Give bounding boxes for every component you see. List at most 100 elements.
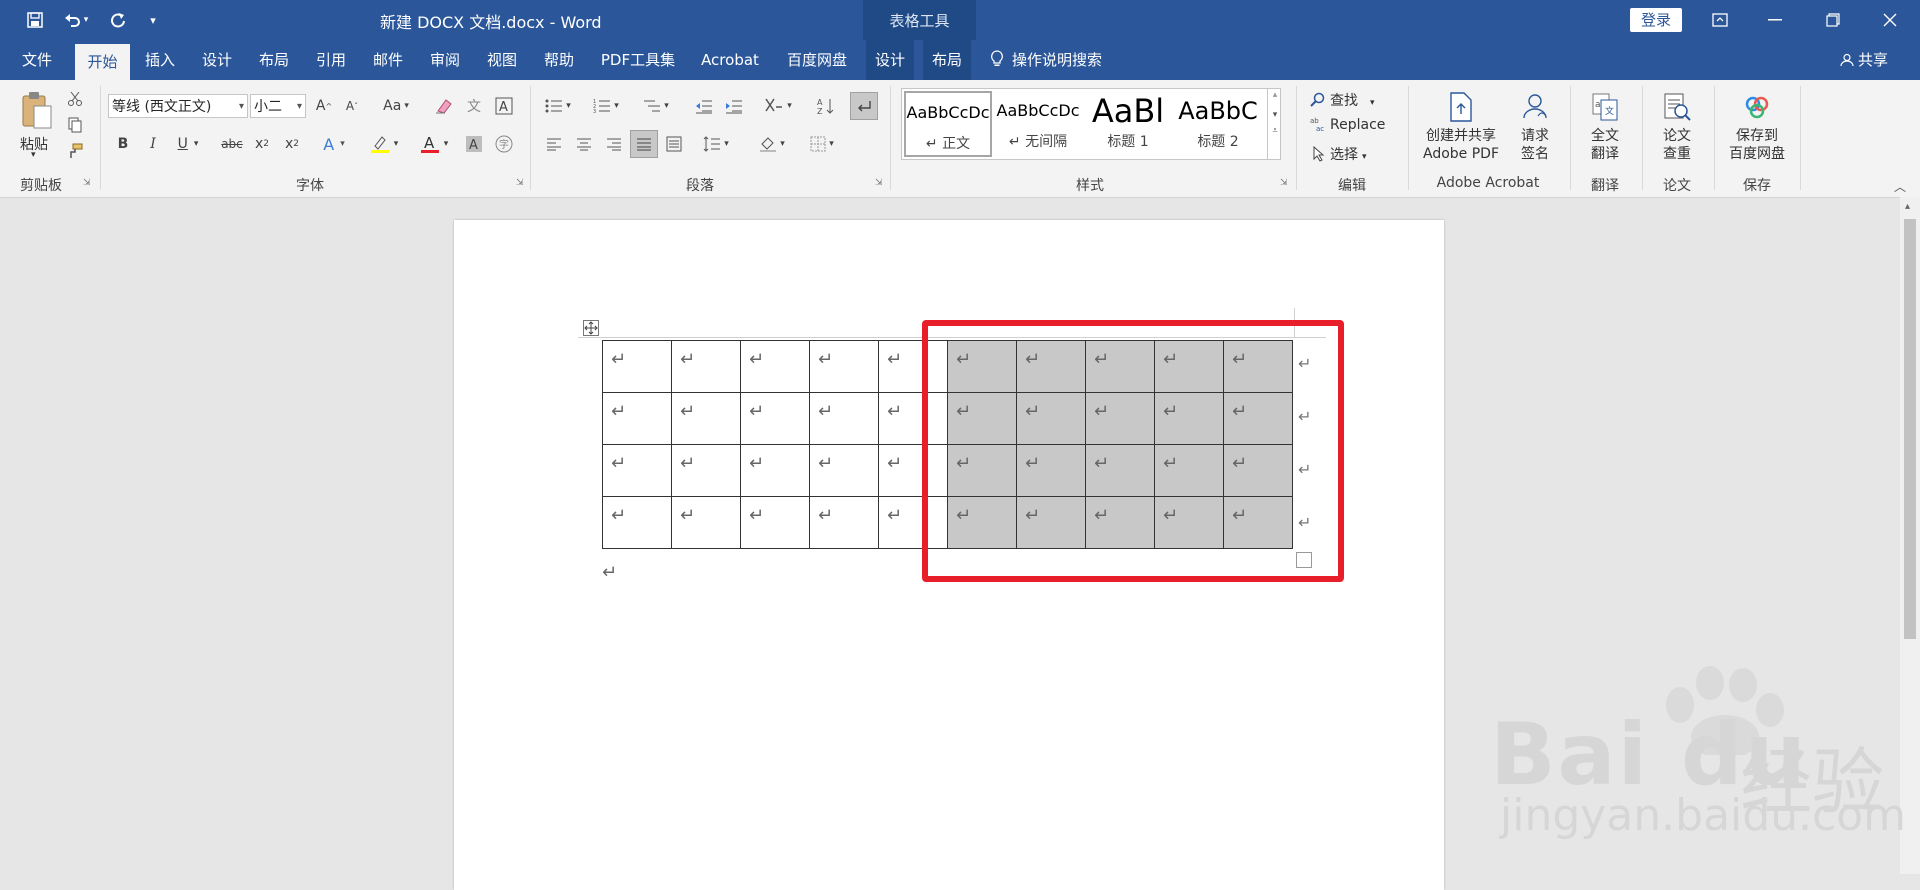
align-left-icon[interactable] [542, 132, 566, 156]
font-color-icon[interactable]: A ▾ [414, 132, 454, 156]
shading-icon[interactable]: ▾ [752, 132, 792, 156]
table-cell[interactable]: ↵ [809, 444, 879, 497]
tab-acrobat[interactable]: Acrobat [692, 40, 768, 80]
italic-icon[interactable]: I [142, 132, 164, 156]
find-button[interactable]: 查找 ▾ [1310, 90, 1375, 110]
tab-home[interactable]: 开始 [75, 44, 130, 80]
distributed-icon[interactable] [662, 132, 686, 156]
chinese-layout-icon[interactable]: ▾ [758, 94, 798, 118]
tab-insert[interactable]: 插入 [136, 40, 184, 80]
styles-launcher-icon[interactable]: ⇲ [1280, 178, 1288, 188]
bullets-icon[interactable]: ▾ [540, 94, 576, 118]
tab-design[interactable]: 设计 [193, 40, 241, 80]
save-to-baidu-button[interactable]: 保存到 百度网盘 [1722, 92, 1792, 163]
replace-button[interactable]: ab ac Replace [1310, 116, 1385, 133]
table-cell[interactable]: ↵ [740, 340, 810, 393]
clear-formatting-icon[interactable] [432, 94, 456, 118]
character-shading-icon[interactable]: A [462, 132, 486, 156]
tab-layout[interactable]: 布局 [250, 40, 298, 80]
change-case-button[interactable]: Aa ▾ [378, 94, 414, 118]
text-effects-icon[interactable]: A ▾ [316, 132, 352, 156]
close-icon[interactable] [1870, 6, 1910, 34]
table-cell[interactable]: ↵ [671, 444, 741, 497]
paper-check-button[interactable]: 论文 查重 [1652, 92, 1702, 163]
multilevel-list-icon[interactable]: ▾ [636, 94, 676, 118]
borders-icon[interactable]: ▾ [802, 132, 842, 156]
character-border-icon[interactable]: A [492, 94, 516, 118]
font-size-combo[interactable]: 小二 ▾ [250, 94, 306, 118]
tab-mailings[interactable]: 邮件 [364, 40, 412, 80]
sort-icon[interactable]: AZ [814, 94, 838, 118]
align-right-icon[interactable] [602, 132, 626, 156]
request-signature-button[interactable]: 请求 签名 [1510, 92, 1560, 163]
table-cell[interactable]: ↵ [671, 392, 741, 445]
shrink-font-icon[interactable]: Aˇ [340, 94, 364, 118]
ribbon-display-options-icon[interactable] [1700, 6, 1740, 34]
font-launcher-icon[interactable]: ⇲ [516, 178, 524, 188]
table-cell[interactable]: ↵ [602, 496, 672, 549]
paste-icon[interactable] [18, 88, 56, 132]
phonetic-guide-icon[interactable]: 文 [462, 94, 486, 118]
text-highlight-icon[interactable]: ▾ [364, 132, 404, 156]
full-text-translate-button[interactable]: a文 全文 翻译 [1580, 92, 1630, 163]
scrollbar-thumb[interactable] [1904, 219, 1916, 639]
vertical-scrollbar[interactable]: ▴ [1900, 197, 1920, 874]
style-normal[interactable]: AaBbCcDc ↵ 正文 [904, 91, 992, 157]
login-button[interactable]: 登录 [1630, 8, 1682, 32]
collapse-ribbon-icon[interactable]: ︿ [1894, 178, 1906, 195]
tab-table-design[interactable]: 设计 [866, 40, 914, 80]
styles-more-icon[interactable]: ⩡ [1268, 126, 1282, 136]
table-cell[interactable]: ↵ [809, 340, 879, 393]
tell-me-search[interactable]: 操作说明搜索 [990, 40, 1102, 80]
enclose-characters-icon[interactable]: 字 [492, 132, 516, 156]
scroll-up-icon[interactable]: ▴ [1268, 90, 1282, 100]
table-cell[interactable]: ↵ [602, 444, 672, 497]
table-cell[interactable]: ↵ [740, 444, 810, 497]
table-cell[interactable]: ↵ [809, 392, 879, 445]
share-button[interactable]: 共享 [1840, 40, 1888, 80]
subscript-icon[interactable]: x2 [250, 132, 274, 156]
superscript-icon[interactable]: x2 [280, 132, 304, 156]
show-formatting-marks-icon[interactable] [850, 92, 878, 120]
table-cell[interactable]: ↵ [602, 340, 672, 393]
select-button[interactable]: 选择 ▾ [1312, 144, 1367, 164]
strikethrough-icon[interactable]: abc [218, 132, 246, 156]
table-cell[interactable]: ↵ [602, 392, 672, 445]
undo-icon[interactable]: ▾ [58, 9, 94, 31]
cut-icon[interactable] [64, 88, 86, 110]
decrease-indent-icon[interactable] [692, 94, 716, 118]
restore-icon[interactable] [1813, 6, 1853, 34]
copy-icon[interactable] [64, 114, 86, 136]
table-cell[interactable]: ↵ [671, 340, 741, 393]
tab-view[interactable]: 视图 [478, 40, 526, 80]
justify-icon[interactable] [630, 130, 658, 158]
create-share-pdf-button[interactable]: 创建并共享 Adobe PDF [1418, 92, 1504, 163]
style-no-spacing[interactable]: AaBbCcDc ↵ 无间隔 [994, 91, 1082, 157]
font-name-combo[interactable]: 等线 (西文正文) ▾ [108, 94, 248, 118]
line-spacing-icon[interactable]: ▾ [696, 132, 736, 156]
tab-help[interactable]: 帮助 [535, 40, 583, 80]
tab-file[interactable]: 文件 [8, 40, 66, 80]
paragraph-launcher-icon[interactable]: ⇲ [875, 178, 883, 188]
format-painter-icon[interactable] [64, 140, 86, 162]
paste-dropdown-icon[interactable]: ▾ [31, 150, 36, 160]
tab-pdf-tools[interactable]: PDF工具集 [593, 40, 683, 80]
style-heading-2[interactable]: AaBbC 标题 2 [1174, 91, 1262, 157]
table-cell[interactable]: ↵ [809, 496, 879, 549]
clipboard-launcher-icon[interactable]: ⇲ [83, 178, 91, 188]
table-cell[interactable]: ↵ [740, 496, 810, 549]
align-center-icon[interactable] [572, 132, 596, 156]
minimize-icon[interactable] [1755, 6, 1795, 34]
underline-icon[interactable]: U ▾ [170, 132, 206, 156]
save-icon[interactable] [22, 9, 48, 31]
redo-icon[interactable] [106, 9, 130, 31]
table-move-handle-icon[interactable] [583, 320, 599, 336]
table-cell[interactable]: ↵ [740, 392, 810, 445]
table-cell[interactable]: ↵ [671, 496, 741, 549]
numbering-icon[interactable]: 1 2 3 ▾ [588, 94, 624, 118]
bold-icon[interactable]: B [112, 132, 134, 156]
increase-indent-icon[interactable] [722, 94, 746, 118]
tab-table-layout[interactable]: 布局 [923, 40, 971, 80]
tab-references[interactable]: 引用 [307, 40, 355, 80]
grow-font-icon[interactable]: A ^ [312, 94, 336, 118]
